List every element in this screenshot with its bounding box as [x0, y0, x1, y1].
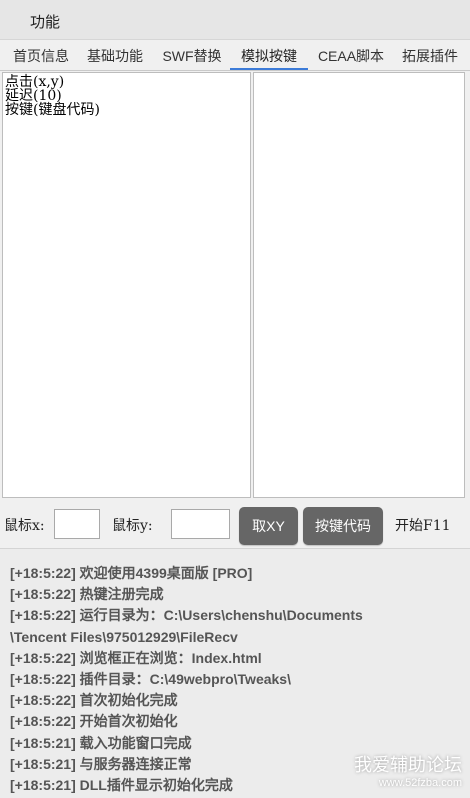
- script-editor-panel[interactable]: [253, 72, 465, 498]
- title-bar: 功能: [0, 0, 470, 40]
- key-code-button[interactable]: 按键代码: [303, 507, 383, 545]
- log-line: [+18:5:21] 载入功能窗口完成: [10, 734, 192, 751]
- log-line: [+18:5:22] 浏览框正在浏览：Index.html: [10, 649, 262, 666]
- log-line: [+18:5:22] 插件目录：C:\49webpro\Tweaks\: [10, 671, 291, 688]
- command-item-delay[interactable]: 延迟(10): [3, 89, 250, 103]
- tab-bar: 首页信息 基础功能 SWF替换 模拟按键 CEAA脚本 拓展插件: [0, 44, 470, 70]
- tab-swf-replace[interactable]: SWF替换: [158, 44, 226, 70]
- log-line: [+18:5:22] 运行目录为：C:\Users\chenshu\Docume…: [10, 607, 363, 624]
- forum-watermark: 我爱辅助论坛 www.52fzba.com: [354, 754, 462, 790]
- tab-extension-plugins[interactable]: 拓展插件: [396, 44, 464, 70]
- log-line: [+18:5:22] 欢迎使用4399桌面版 [PRO]: [10, 565, 253, 581]
- log-line: [+18:5:22] 首次初始化完成: [10, 692, 178, 709]
- window-title: 功能: [30, 14, 61, 31]
- log-line: \Tencent Files\975012929\FileRecv: [10, 628, 238, 645]
- watermark-title: 我爱辅助论坛: [354, 755, 462, 775]
- mouse-x-label: 鼠标x:: [4, 518, 45, 534]
- command-item-keypress[interactable]: 按键(键盘代码): [3, 103, 250, 117]
- log-line: [+18:5:22] 开始首次初始化: [10, 713, 178, 730]
- mouse-y-input[interactable]: [171, 509, 230, 539]
- start-hotkey-label: 开始F11: [395, 518, 451, 534]
- log-line: [+18:5:22] 热键注册完成: [10, 586, 164, 603]
- command-item-click[interactable]: 点击(x,y): [3, 75, 250, 89]
- tab-simulate-keys[interactable]: 模拟按键: [230, 44, 308, 70]
- mouse-y-label: 鼠标y:: [112, 518, 153, 534]
- watermark-url: www.52fzba.com: [378, 777, 462, 789]
- tab-basic-functions[interactable]: 基础功能: [82, 44, 148, 70]
- app-window: 功能 首页信息 基础功能 SWF替换 模拟按键 CEAA脚本 拓展插件 点击(x…: [0, 0, 470, 798]
- tab-ceaa-script[interactable]: CEAA脚本: [313, 44, 389, 70]
- command-list-panel[interactable]: 点击(x,y) 延迟(10) 按键(键盘代码): [2, 72, 251, 498]
- tab-divider: [0, 70, 470, 71]
- mouse-x-input[interactable]: [54, 509, 100, 539]
- tab-home-info[interactable]: 首页信息: [8, 44, 74, 70]
- get-xy-button[interactable]: 取XY: [239, 507, 298, 545]
